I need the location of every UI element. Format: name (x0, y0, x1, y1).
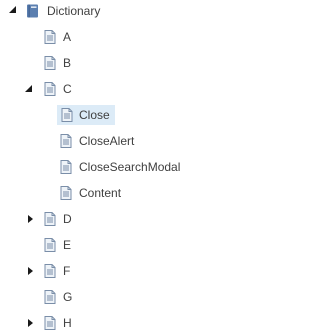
document-icon (42, 289, 58, 305)
tree-item-e[interactable]: E (0, 234, 271, 256)
tree-item-label: Content (79, 186, 122, 200)
tree-item-d[interactable]: D (0, 208, 271, 230)
tree-item-label: H (63, 316, 72, 330)
document-icon (58, 133, 74, 149)
document-icon (58, 159, 74, 175)
collapse-toggle-icon[interactable] (24, 84, 34, 94)
tree-item-closesearchmodal[interactable]: CloseSearchModal (0, 156, 271, 178)
document-icon (42, 29, 58, 45)
tree-item-g[interactable]: G (0, 286, 271, 308)
document-icon (42, 55, 58, 71)
tree-item-label: F (63, 264, 71, 278)
tree-item-label: E (63, 238, 72, 252)
document-icon (42, 237, 58, 253)
document-icon (42, 315, 58, 331)
tree-item-c[interactable]: C (0, 78, 271, 100)
expand-toggle-icon[interactable] (26, 214, 36, 224)
tree-item-label: Dictionary (47, 4, 101, 18)
tree-item-label: A (63, 30, 72, 44)
document-icon (42, 211, 58, 227)
document-icon (42, 81, 58, 97)
tree-item-f[interactable]: F (0, 260, 271, 282)
tree-item-label: C (63, 82, 72, 96)
tree-item-closealert[interactable]: CloseAlert (0, 130, 271, 152)
tree-item-a[interactable]: A (0, 26, 271, 48)
expand-toggle-icon[interactable] (26, 266, 36, 276)
tree-item-label: Close (74, 105, 115, 125)
document-icon (58, 185, 74, 201)
collapse-toggle-icon[interactable] (8, 5, 18, 15)
book-icon (25, 3, 41, 19)
tree-item-close[interactable]: Close (0, 104, 271, 126)
expand-toggle-icon[interactable] (26, 318, 36, 328)
document-icon (42, 263, 58, 279)
tree-item-h[interactable]: H (0, 312, 271, 334)
tree-item-b[interactable]: B (0, 52, 271, 74)
tree-item-label: B (63, 56, 72, 70)
tree-item-label: D (63, 212, 72, 226)
tree-item-content[interactable]: Content (0, 182, 271, 204)
tree-root-dictionary[interactable]: Dictionary (0, 0, 271, 22)
tree-item-label: CloseAlert (79, 134, 135, 148)
tree-item-label: CloseSearchModal (79, 160, 181, 174)
tree-item-label: G (63, 290, 73, 304)
